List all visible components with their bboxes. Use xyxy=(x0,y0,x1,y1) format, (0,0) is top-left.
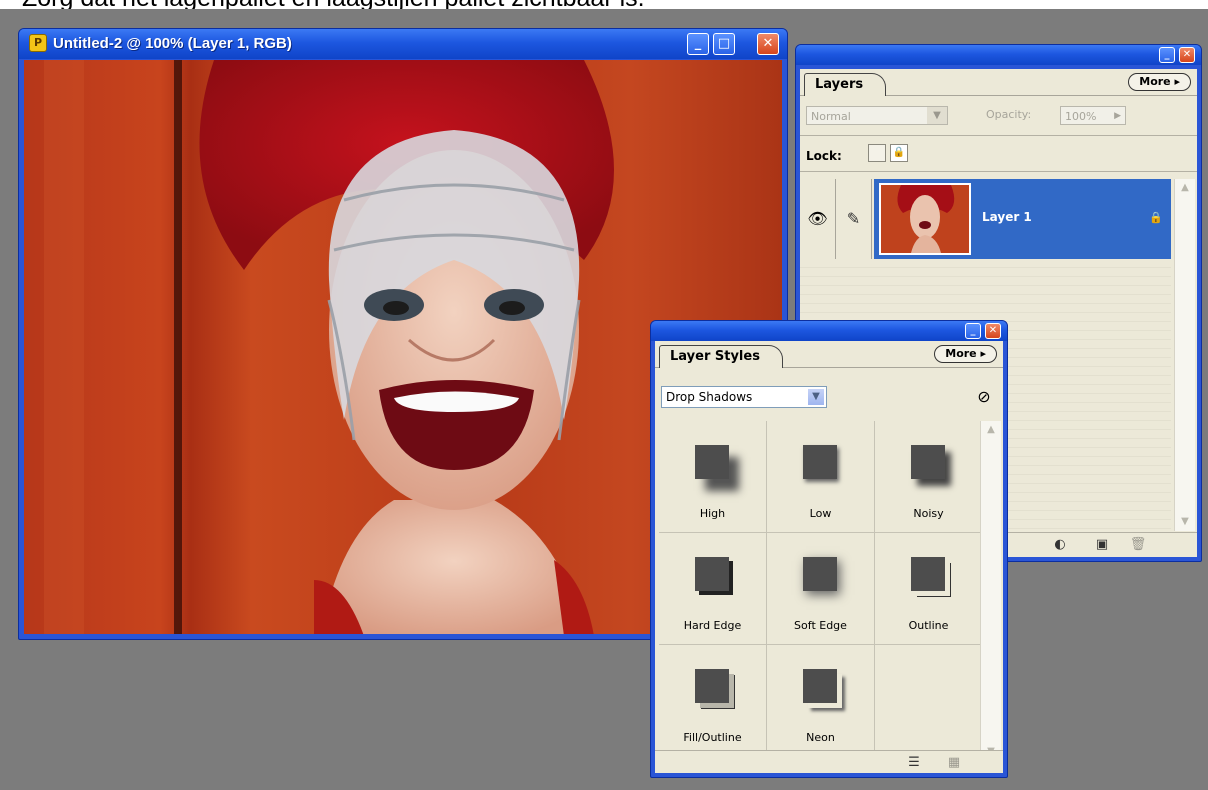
style-hard-edge[interactable]: Hard Edge xyxy=(659,533,767,645)
styles-tabstrip: Layer Styles More ▸ xyxy=(655,341,1003,368)
styles-minimize-button[interactable]: _ xyxy=(965,323,981,339)
swatch-soft-edge xyxy=(803,557,837,591)
blend-mode-value: Normal xyxy=(811,110,851,123)
style-low[interactable]: Low xyxy=(767,421,875,533)
swatch-neon xyxy=(803,669,837,703)
swatch-noisy xyxy=(911,445,945,479)
lock-label: Lock: xyxy=(806,149,842,163)
opacity-field[interactable]: 100% ▶ xyxy=(1060,106,1126,125)
styles-titlebar[interactable]: _ ✕ xyxy=(651,321,1007,341)
new-layer-icon[interactable]: ▣ xyxy=(1093,536,1111,554)
style-label: Hard Edge xyxy=(683,619,742,632)
tab-layer-styles[interactable]: Layer Styles xyxy=(659,345,783,368)
thumbnail-view-icon[interactable]: ▦ xyxy=(945,754,963,772)
style-soft-edge[interactable]: Soft Edge xyxy=(767,533,875,645)
style-fill-outline[interactable]: Fill/Outline xyxy=(659,645,767,757)
style-label: Outline xyxy=(908,619,949,632)
opacity-value: 100% xyxy=(1065,110,1097,123)
photoshop-doc-icon: P xyxy=(29,34,47,52)
layer-selected[interactable]: Layer 1 🔒 xyxy=(874,179,1171,259)
eye-icon[interactable]: 👁 xyxy=(800,179,836,259)
document-titlebar[interactable]: P Untitled-2 @ 100% (Layer 1, RGB) _ □ ✕ xyxy=(19,29,787,59)
maximize-button[interactable]: □ xyxy=(713,33,735,55)
blend-mode-select[interactable]: Normal ▼ xyxy=(806,106,948,125)
caption-text: Zorg dat het lagenpallet en laagstijlen … xyxy=(22,0,645,9)
style-noisy[interactable]: Noisy xyxy=(875,421,983,533)
scroll-up-icon[interactable]: ▲ xyxy=(981,421,1001,439)
style-label: Fill/Outline xyxy=(683,731,742,744)
style-outline[interactable]: Outline xyxy=(875,533,983,645)
chevron-right-icon: ▶ xyxy=(1114,111,1121,121)
layers-scrollbar[interactable]: ▲ ▼ xyxy=(1174,179,1195,531)
style-label: Low xyxy=(809,507,832,520)
minimize-button[interactable]: _ xyxy=(687,33,709,55)
style-category-select[interactable]: Drop Shadows ▼ xyxy=(661,386,827,408)
opacity-label: Opacity: xyxy=(986,108,1032,121)
styles-close-button[interactable]: ✕ xyxy=(985,323,1001,339)
chevron-down-icon: ▼ xyxy=(927,107,947,124)
layers-tabstrip: Layers More ▸ xyxy=(800,69,1197,96)
divider xyxy=(800,135,1197,136)
tab-layers[interactable]: Layers xyxy=(804,73,887,96)
swatch-low xyxy=(803,445,837,479)
styles-more-button[interactable]: More ▸ xyxy=(934,345,997,363)
layer-row[interactable]: 👁 ✎ Layer 1 🔒 xyxy=(800,179,1171,259)
brush-icon[interactable]: ✎ xyxy=(836,179,872,259)
lock-transparency-button[interactable] xyxy=(868,144,886,162)
list-view-icon[interactable]: ☰ xyxy=(905,754,923,772)
layer-thumbnail xyxy=(879,183,971,255)
layer-styles-palette-window[interactable]: _ ✕ Layer Styles More ▸ Drop Shadows ▼ ⊘… xyxy=(650,320,1008,778)
document-title: Untitled-2 @ 100% (Layer 1, RGB) xyxy=(53,35,292,52)
scroll-down-icon[interactable]: ▼ xyxy=(1175,513,1195,531)
styles-footer: ☰ ▦ xyxy=(655,750,1003,773)
style-high[interactable]: High xyxy=(659,421,767,533)
swatch-outline xyxy=(911,557,945,591)
caption-strip: Zorg dat het lagenpallet en laagstijlen … xyxy=(0,0,1208,9)
divider xyxy=(800,171,1197,172)
chevron-down-icon: ▼ xyxy=(807,388,825,406)
layers-titlebar[interactable]: _ ✕ xyxy=(796,45,1201,65)
swatch-high xyxy=(695,445,729,479)
layer-name: Layer 1 xyxy=(982,210,1032,224)
no-style-icon[interactable]: ⊘ xyxy=(975,388,993,406)
lock-icon: 🔒 xyxy=(892,147,906,158)
scroll-up-icon[interactable]: ▲ xyxy=(1175,179,1195,197)
layers-more-button[interactable]: More ▸ xyxy=(1128,73,1191,91)
style-label: High xyxy=(699,507,726,520)
layers-minimize-button[interactable]: _ xyxy=(1159,47,1175,63)
style-grid: High Low Noisy Hard Edge Soft Edge Outli… xyxy=(659,421,985,761)
trash-icon[interactable]: 🗑 xyxy=(1129,536,1147,554)
style-label: Soft Edge xyxy=(794,619,847,632)
style-label: Neon xyxy=(806,731,835,744)
layers-close-button[interactable]: ✕ xyxy=(1179,47,1195,63)
swatch-hard-edge xyxy=(695,557,729,591)
close-button[interactable]: ✕ xyxy=(757,33,779,55)
swatch-fill-outline xyxy=(695,669,729,703)
style-label: Noisy xyxy=(913,507,944,520)
layer-styles-palette: Layer Styles More ▸ Drop Shadows ▼ ⊘ Hig… xyxy=(655,341,1003,773)
lock-icon: 🔒 xyxy=(1149,211,1163,224)
layer-thumbnail-image xyxy=(881,185,969,253)
adjustment-layer-icon[interactable]: ◐ xyxy=(1051,536,1069,554)
style-neon[interactable]: Neon xyxy=(767,645,875,757)
style-category-value: Drop Shadows xyxy=(666,390,753,404)
style-empty xyxy=(875,645,983,757)
lock-all-button[interactable]: 🔒 xyxy=(890,144,908,162)
styles-scrollbar[interactable]: ▲ ▼ xyxy=(980,421,1001,761)
